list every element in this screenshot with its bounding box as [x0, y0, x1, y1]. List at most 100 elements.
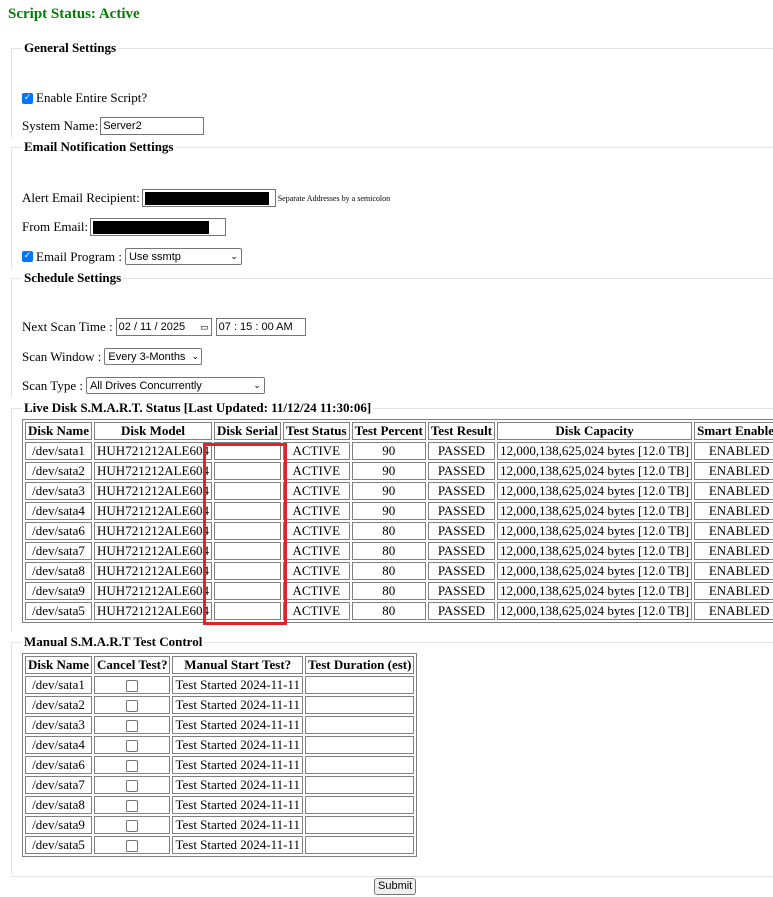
alert-email-input[interactable]: [141, 189, 276, 207]
smart-enabled-cell: ENABLED: [694, 442, 773, 460]
disk-capacity-cell: 12,000,138,625,024 bytes [12.0 TB]: [497, 442, 693, 460]
cancel-test-checkbox[interactable]: [126, 760, 139, 773]
test-status-cell: ACTIVE: [283, 442, 350, 460]
table-row: /dev/sata7 HUH721212ALE604 ACTIVE 80 PASSED 1…: [25, 542, 773, 560]
disk-capacity-cell: 12,000,138,625,024 bytes [12.0 TB]: [497, 602, 693, 620]
smart-enabled-cell: ENABLED: [694, 602, 773, 620]
from-email-row: From Email:: [22, 218, 227, 236]
table-row: /dev/sata8 HUH721212ALE604 ACTIVE 80 PASSED 1…: [25, 562, 773, 580]
email-settings-legend: Email Notification Settings: [24, 139, 174, 154]
cancel-test-checkbox[interactable]: [126, 740, 139, 753]
header-manual-start: Manual Start Test?: [172, 656, 303, 674]
table-row: /dev/sata5 Test Started 2024-11-11: [25, 836, 415, 854]
cancel-test-checkbox[interactable]: [126, 820, 139, 833]
disk-name-cell: /dev/sata7: [25, 776, 93, 794]
scan-window-row: Scan Window : Every 3-Months ⌄: [22, 348, 203, 365]
live-status-legend: Live Disk S.M.A.R.T. Status [Last Update…: [24, 400, 372, 415]
calendar-icon[interactable]: ▭: [200, 322, 209, 333]
disk-serial-cell: [213, 542, 282, 560]
disk-name-cell: /dev/sata5: [25, 836, 93, 854]
header-smart-enabled: Smart Enabled: [694, 422, 773, 440]
test-status-cell: ACTIVE: [283, 482, 350, 500]
disk-capacity-cell: 12,000,138,625,024 bytes [12.0 TB]: [497, 562, 693, 580]
enable-script-checkbox[interactable]: ✓: [22, 92, 33, 104]
test-status-cell: ACTIVE: [283, 502, 350, 520]
test-duration-cell: [304, 676, 415, 694]
cancel-test-cell: [94, 696, 171, 714]
cancel-test-cell: [94, 756, 171, 774]
test-percent-cell: 80: [351, 522, 426, 540]
disk-serial-cell: [213, 582, 282, 600]
from-email-input[interactable]: [90, 218, 227, 236]
test-percent-cell: 80: [351, 562, 426, 580]
disk-name-cell: /dev/sata1: [25, 676, 93, 694]
smart-enabled-cell: ENABLED: [694, 482, 773, 500]
system-name-input[interactable]: Server2: [100, 117, 205, 135]
test-status-cell: ACTIVE: [283, 582, 350, 600]
disk-serial-cell: [213, 462, 282, 480]
test-duration-cell: [304, 796, 415, 814]
cancel-test-checkbox[interactable]: [126, 720, 139, 733]
disk-serial-cell: [213, 562, 282, 580]
cancel-test-cell: [94, 716, 171, 734]
test-result-cell: PASSED: [427, 582, 496, 600]
cancel-test-cell: [94, 816, 171, 834]
table-row: /dev/sata2 HUH721212ALE604 ACTIVE 90 PASSED 1…: [25, 462, 773, 480]
disk-serial-cell: [213, 482, 282, 500]
scan-window-value: Every 3-Months: [108, 350, 186, 363]
scan-type-select[interactable]: All Drives Concurrently ⌄: [85, 377, 265, 394]
redaction-bar: [144, 191, 269, 205]
test-duration-cell: [304, 736, 415, 754]
disk-serial-cell: [213, 442, 282, 460]
submit-button[interactable]: Submit: [374, 878, 417, 895]
disk-model-cell: HUH721212ALE604: [94, 442, 212, 460]
table-row: /dev/sata6 HUH721212ALE604 ACTIVE 80 PASSED 1…: [25, 522, 773, 540]
scan-type-label: Scan Type :: [22, 377, 83, 393]
header-disk-capacity: Disk Capacity: [497, 422, 693, 440]
cancel-test-checkbox[interactable]: [126, 800, 139, 813]
test-result-cell: PASSED: [427, 482, 496, 500]
test-percent-cell: 80: [351, 542, 426, 560]
cancel-test-checkbox[interactable]: [126, 840, 139, 853]
disk-name-cell: /dev/sata1: [25, 442, 93, 460]
test-result-cell: PASSED: [427, 502, 496, 520]
redaction-bar: [93, 220, 210, 234]
table-row: /dev/sata8 Test Started 2024-11-11: [25, 796, 415, 814]
schedule-settings-section: Schedule Settings Next Scan Time : 02 / …: [11, 270, 773, 398]
next-scan-label: Next Scan Time :: [22, 319, 113, 334]
next-scan-time-input[interactable]: 07 : 15 : 00 AM: [215, 318, 306, 336]
date-value: 02 / 11 / 2025: [118, 321, 186, 333]
disk-capacity-cell: 12,000,138,625,024 bytes [12.0 TB]: [497, 502, 693, 520]
test-status-cell: ACTIVE: [283, 562, 350, 580]
email-program-select[interactable]: Use ssmtp ⌄: [124, 248, 242, 265]
cancel-test-cell: [94, 676, 171, 694]
cancel-test-checkbox[interactable]: [126, 780, 139, 793]
next-scan-row: Next Scan Time : 02 / 11 / 2025 ▭ 07 : 1…: [22, 318, 306, 336]
manual-start-cell: Test Started 2024-11-11: [172, 796, 303, 814]
smart-enabled-cell: ENABLED: [694, 502, 773, 520]
next-scan-date-input[interactable]: 02 / 11 / 2025 ▭: [115, 318, 212, 336]
manual-start-cell: Test Started 2024-11-11: [172, 756, 303, 774]
email-program-label: Email Program :: [36, 248, 122, 264]
disk-model-cell: HUH721212ALE604: [94, 562, 212, 580]
manual-test-table: Disk Name Cancel Test? Manual Start Test…: [22, 653, 418, 857]
test-result-cell: PASSED: [427, 462, 496, 480]
email-program-checkbox[interactable]: ✓: [22, 251, 33, 262]
disk-model-cell: HUH721212ALE604: [94, 542, 212, 560]
test-duration-cell: [304, 716, 415, 734]
enable-script-row: ✓ Enable Entire Script?: [22, 90, 147, 106]
general-settings-section: General Settings ✓ Enable Entire Script?…: [11, 40, 773, 138]
table-row: /dev/sata3 Test Started 2024-11-11: [25, 716, 415, 734]
manual-start-cell: Test Started 2024-11-11: [172, 676, 303, 694]
manual-test-legend: Manual S.M.A.R.T Test Control: [24, 634, 203, 649]
test-percent-cell: 90: [351, 482, 426, 500]
test-result-cell: PASSED: [427, 542, 496, 560]
alert-email-note: Separate Addresses by a semicolon: [277, 193, 391, 203]
manual-start-cell: Test Started 2024-11-11: [172, 816, 303, 834]
scan-window-select[interactable]: Every 3-Months ⌄: [104, 348, 203, 365]
cancel-test-checkbox[interactable]: [126, 680, 139, 693]
disk-name-cell: /dev/sata9: [25, 816, 93, 834]
cancel-test-checkbox[interactable]: [126, 700, 139, 713]
header-test-status: Test Status: [283, 422, 350, 440]
table-row: /dev/sata1 Test Started 2024-11-11: [25, 676, 415, 694]
